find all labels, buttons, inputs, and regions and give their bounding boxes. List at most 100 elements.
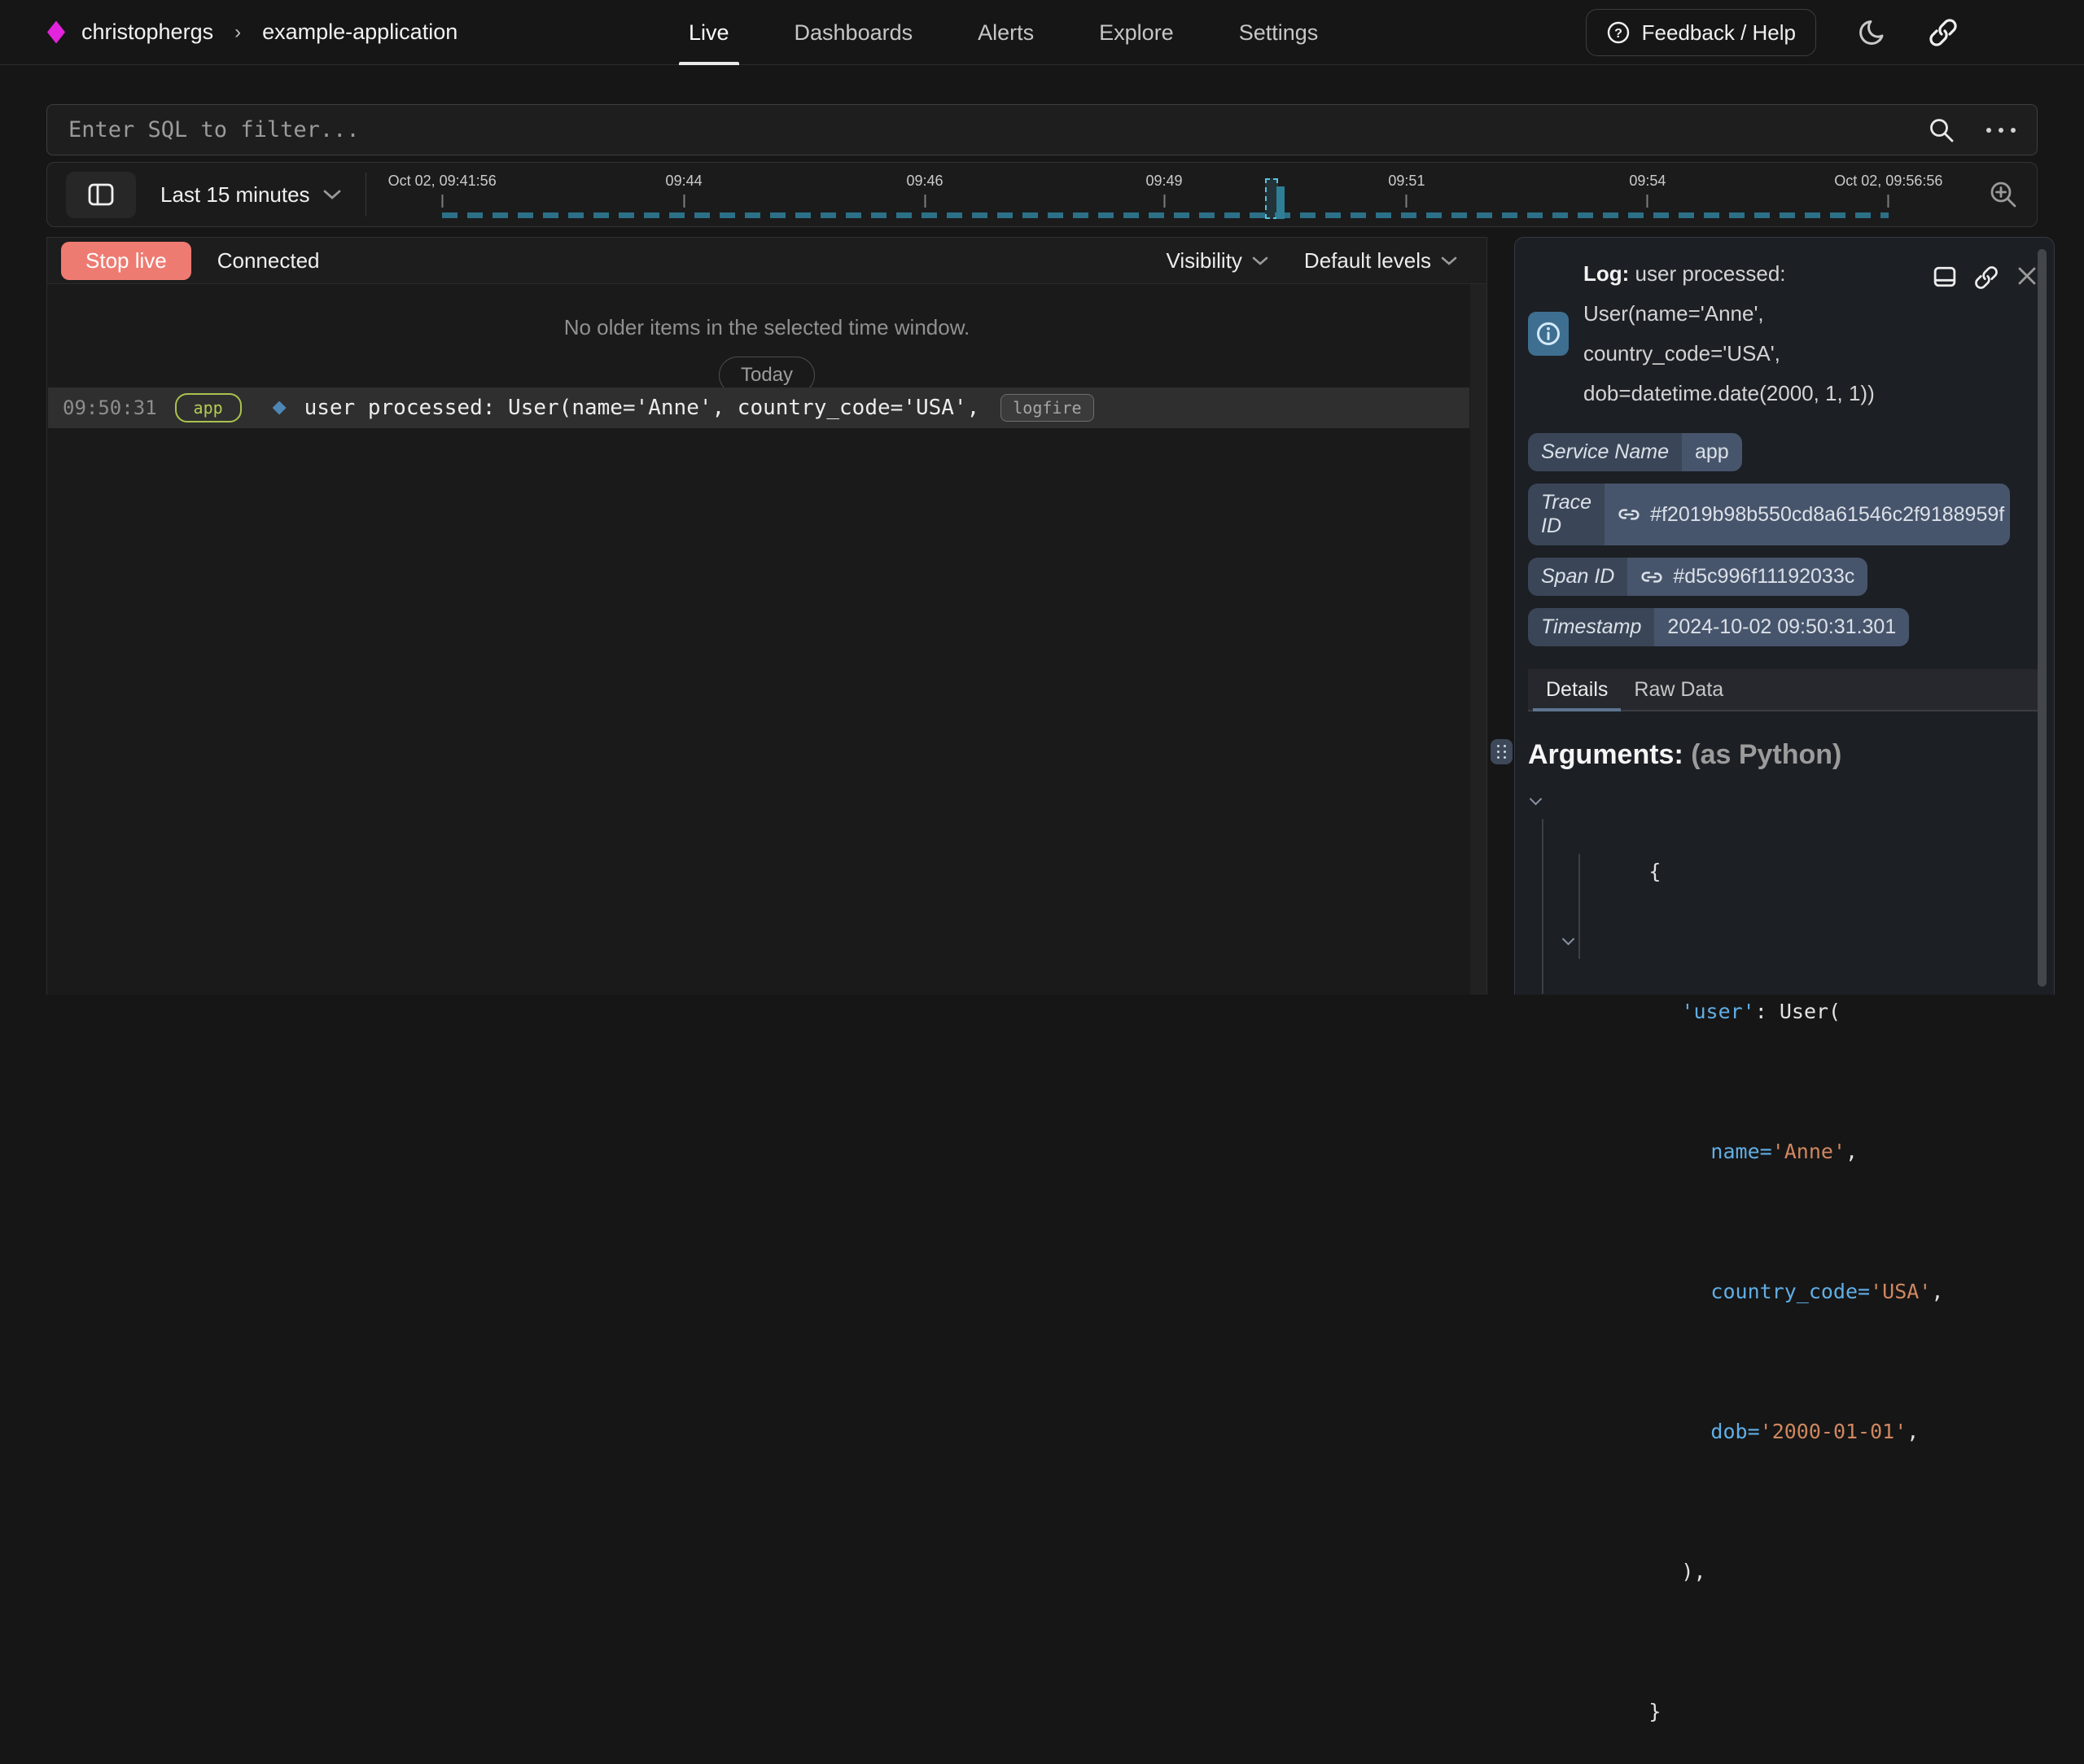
logfire-logo-icon[interactable]: [47, 21, 65, 44]
code-line-tokens: country_code='USA',: [1710, 1280, 1943, 1303]
nav-tab-label: Live: [689, 20, 729, 46]
dark-mode-moon-icon[interactable]: [1857, 17, 1888, 48]
attribute-chip[interactable]: Timestamp 2024-10-02 09:50:31.301: [1528, 608, 1909, 646]
sql-filter-bar: [46, 104, 2038, 155]
code-line: country_code='USA',: [1523, 1204, 2041, 1344]
code-line-tokens: 'user': User(: [1681, 1000, 1841, 1023]
timeline-tick: 09:46: [907, 173, 943, 208]
panel-left-icon: [88, 183, 114, 206]
breadcrumb-org[interactable]: christophergs: [81, 20, 213, 45]
main-nav: Live Dashboards Alerts Explore Settings: [679, 0, 1328, 65]
attribute-chip[interactable]: Trace ID #f2019b98b550cd8a61546c2f918895…: [1528, 484, 2010, 545]
code-line: ),: [1523, 1484, 2041, 1624]
timeline-tick-label: Oct 02, 09:41:56: [388, 173, 497, 190]
chevron-down-icon: [323, 189, 341, 200]
timeline-bar: Last 15 minutes Oct 02, 09:41:56 09:44 0…: [46, 162, 2038, 227]
detail-tab[interactable]: Raw Data: [1621, 669, 1736, 710]
timeline-tick-mark: [924, 195, 926, 208]
feedback-help-label: Feedback / Help: [1642, 20, 1796, 46]
attribute-value: #d5c996f11192033c: [1627, 558, 1867, 596]
timeline-tick: 09:44: [666, 173, 703, 208]
nav-tab[interactable]: Alerts: [968, 0, 1044, 65]
share-link-icon[interactable]: [1929, 18, 1958, 47]
detail-tab[interactable]: Details: [1533, 669, 1621, 710]
chevron-down-icon: [1441, 256, 1457, 266]
attribute-value: app: [1682, 433, 1742, 471]
timeline-spike[interactable]: [1265, 178, 1286, 219]
attribute-chip[interactable]: Span ID #d5c996f11192033c: [1528, 558, 1867, 596]
search-icon[interactable]: [1928, 116, 1955, 144]
feedback-help-button[interactable]: ? Feedback / Help: [1586, 9, 1816, 56]
collapse-chevron-icon[interactable]: [1562, 935, 1574, 946]
scope-tag[interactable]: logfire: [1000, 394, 1093, 422]
connection-status: Connected: [217, 248, 320, 274]
code-line-tokens: }: [1648, 1700, 1661, 1723]
default-levels-dropdown[interactable]: Default levels: [1304, 248, 1457, 274]
log-row[interactable]: 09:50:31 app user processed: User(name='…: [48, 387, 1469, 428]
log-pane-scrollbar[interactable]: [1470, 284, 1486, 995]
arguments-heading: Arguments: (as Python): [1528, 739, 2041, 771]
live-log-pane: Stop live Connected Visibility Default l…: [46, 237, 1487, 995]
nav-tab-label: Alerts: [978, 20, 1034, 46]
details-panel-scrollbar[interactable]: [2038, 249, 2047, 987]
service-tag[interactable]: app: [175, 393, 242, 422]
attribute-chip[interactable]: Service Name app: [1528, 433, 1742, 471]
header: christophergs › example-application Live…: [0, 0, 2084, 65]
code-line: dob='2000-01-01',: [1523, 1344, 2041, 1484]
default-levels-label: Default levels: [1304, 248, 1431, 274]
more-options-icon[interactable]: [1986, 128, 2016, 133]
timeline-tick: 09:54: [1629, 173, 1666, 208]
collapse-chevron-icon[interactable]: [1530, 794, 1541, 806]
panel-resize-handle[interactable]: [1491, 739, 1513, 764]
panel-title-prefix: Log:: [1583, 261, 1629, 286]
arguments-qualifier: (as Python): [1683, 739, 1842, 770]
copy-link-icon[interactable]: [1974, 265, 1999, 414]
toggle-sidebar-button[interactable]: [66, 172, 136, 218]
zoom-in-icon[interactable]: [1988, 179, 2019, 210]
visibility-dropdown[interactable]: Visibility: [1166, 248, 1267, 274]
dock-panel-icon[interactable]: [1933, 265, 1956, 414]
nav-tab[interactable]: Explore: [1089, 0, 1184, 65]
breadcrumb-separator-icon: ›: [234, 21, 241, 44]
nav-tab[interactable]: Settings: [1229, 0, 1329, 65]
timeline-tick-label: 09:51: [1388, 173, 1425, 190]
attribute-value: 2024-10-02 09:50:31.301: [1654, 608, 1909, 646]
empty-window-notice: No older items in the selected time wind…: [47, 315, 1486, 340]
timeline-track[interactable]: Oct 02, 09:41:56 09:44 09:46 09:49 09:51: [366, 163, 1962, 226]
nav-tab[interactable]: Live: [679, 0, 739, 65]
nav-tab[interactable]: Dashboards: [785, 0, 923, 65]
attribute-value-text: #f2019b98b550cd8a61546c2f9188959f: [1650, 503, 2004, 527]
time-range-dropdown[interactable]: Last 15 minutes: [160, 182, 341, 208]
stop-live-button[interactable]: Stop live: [61, 242, 191, 280]
breadcrumb: christophergs › example-application: [47, 20, 458, 45]
close-icon[interactable]: [2016, 265, 2038, 414]
timeline-tick: Oct 02, 09:56:56: [1834, 173, 1942, 208]
nav-tab-label: Dashboards: [795, 20, 913, 46]
timeline-tick-mark: [1406, 195, 1408, 208]
sql-filter-input[interactable]: [47, 117, 1928, 142]
attribute-value-text: 2024-10-02 09:50:31.301: [1667, 615, 1896, 639]
user-avatar[interactable]: [1999, 13, 2038, 52]
attribute-label: Timestamp: [1528, 608, 1654, 646]
question-circle-icon: ?: [1606, 20, 1631, 45]
visibility-label: Visibility: [1166, 248, 1241, 274]
timeline-tick-mark: [1163, 195, 1165, 208]
attribute-value: #f2019b98b550cd8a61546c2f9188959f: [1605, 484, 2010, 545]
timeline-tick: 09:51: [1388, 173, 1425, 208]
code-line: {: [1523, 784, 2041, 924]
timeline-tick-mark: [1888, 195, 1889, 208]
attribute-value-text: app: [1695, 440, 1729, 464]
code-line: 'user': User(: [1523, 924, 2041, 1064]
timeline-tick: Oct 02, 09:41:56: [388, 173, 497, 208]
detail-tabs: Details Raw Data: [1528, 669, 2041, 711]
log-row-time: 09:50:31: [63, 396, 157, 419]
timeline-tick-mark: [1647, 195, 1648, 208]
log-row-message: user processed: User(name='Anne', countr…: [304, 396, 980, 420]
arguments-code-tree: { 'user': User( name='Anne', country_cod…: [1523, 784, 2041, 1764]
timeline-tick: 09:49: [1146, 173, 1183, 208]
time-range-label: Last 15 minutes: [160, 182, 310, 208]
timeline-tick-mark: [441, 195, 443, 208]
detail-tab-label: Raw Data: [1634, 678, 1723, 702]
breadcrumb-project[interactable]: example-application: [262, 20, 458, 45]
nav-tab-label: Explore: [1099, 20, 1174, 46]
